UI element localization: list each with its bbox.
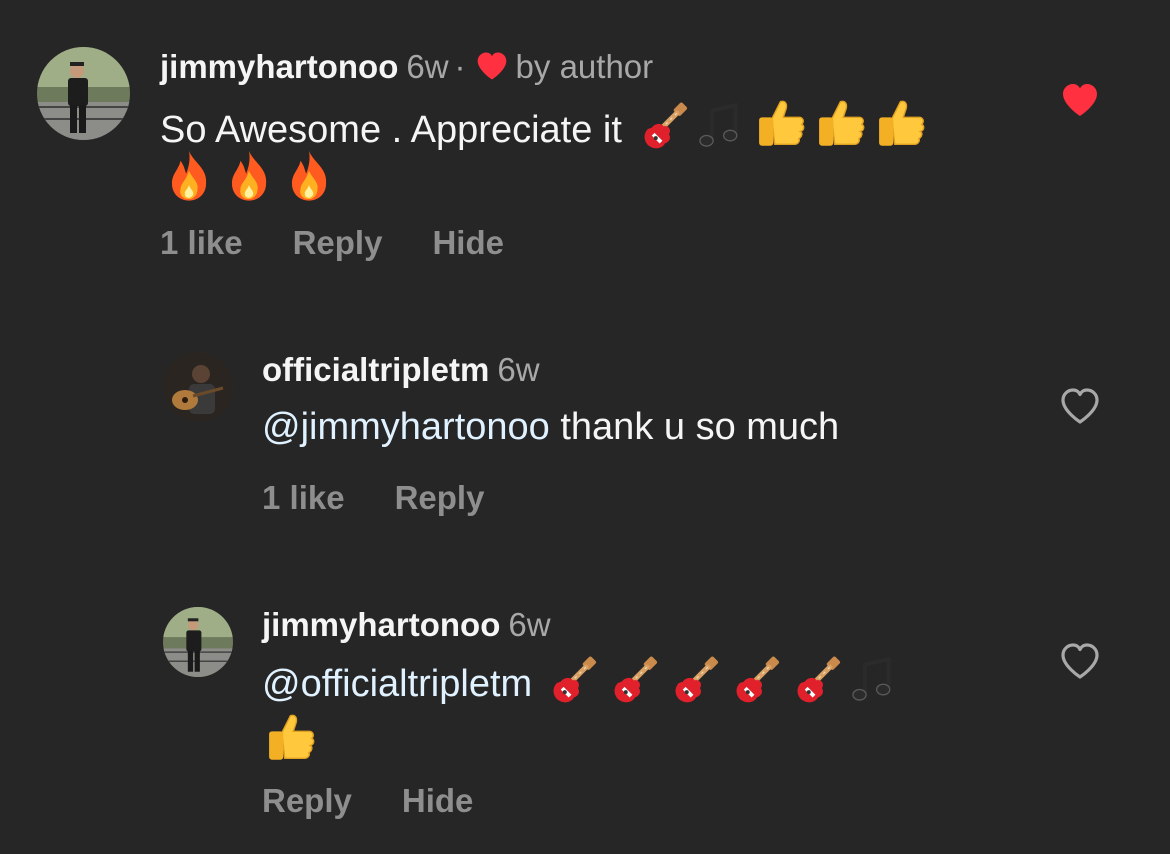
mention-link[interactable]: @jimmyhartonoo xyxy=(262,406,550,448)
guitar-icon xyxy=(549,654,599,704)
comment-text-line2 xyxy=(160,148,339,211)
guitar-icon xyxy=(671,654,721,704)
comment-body: So Awesome . Appreciate it xyxy=(160,109,622,151)
like-button[interactable] xyxy=(1058,386,1102,426)
timestamp: 6w xyxy=(406,48,449,85)
comment-text: @officialtripletm xyxy=(262,654,902,713)
likes-count[interactable]: 1 like xyxy=(262,479,345,516)
separator: · xyxy=(454,48,466,85)
guitar-icon xyxy=(640,100,690,150)
reply-button[interactable]: Reply xyxy=(395,479,485,516)
username[interactable]: jimmyhartonoo xyxy=(262,606,500,643)
thumbs-up-icon xyxy=(758,100,805,147)
username[interactable]: jimmyhartonoo xyxy=(160,48,398,85)
music-notes-icon xyxy=(850,657,892,703)
mention-link[interactable]: @officialtripletm xyxy=(262,663,532,705)
avatar[interactable] xyxy=(163,352,233,422)
thumbs-up-icon xyxy=(878,100,925,147)
comment-text-line2 xyxy=(262,710,319,773)
comment-body: thank u so much xyxy=(549,406,840,448)
guitar-icon xyxy=(732,654,782,704)
comment-header: jimmyhartonoo 6w · by author xyxy=(160,47,653,87)
hide-button[interactable]: Hide xyxy=(402,782,474,819)
thumbs-up-icon xyxy=(818,100,865,147)
thumbs-up-icon xyxy=(268,714,315,761)
guitarist-avatar-icon xyxy=(163,352,233,422)
guitar-icon xyxy=(793,654,843,704)
fire-icon xyxy=(291,150,327,201)
person-avatar-icon xyxy=(163,607,233,677)
comment-actions: Reply Hide xyxy=(262,782,523,820)
guitar-icon xyxy=(610,654,660,704)
like-button[interactable] xyxy=(1058,80,1102,120)
comment-header: officialtripletm 6w xyxy=(262,350,540,390)
fire-icon xyxy=(231,150,267,201)
person-avatar-icon xyxy=(37,47,130,140)
heart-filled-icon xyxy=(1063,84,1097,116)
reply-button[interactable]: Reply xyxy=(293,224,383,261)
fire-icon xyxy=(171,150,207,201)
like-button[interactable] xyxy=(1058,641,1102,681)
comment-actions: 1 like Reply xyxy=(262,479,534,517)
heart-outline-icon xyxy=(1061,643,1099,679)
comment-header: jimmyhartonoo 6w xyxy=(262,605,551,645)
music-notes-icon xyxy=(698,103,740,149)
username[interactable]: officialtripletm xyxy=(262,351,489,388)
hide-button[interactable]: Hide xyxy=(432,224,504,261)
by-author-label: by author xyxy=(515,48,654,85)
avatar[interactable] xyxy=(37,47,130,140)
likes-count[interactable]: 1 like xyxy=(160,224,243,261)
timestamp: 6w xyxy=(508,606,551,643)
timestamp: 6w xyxy=(497,351,540,388)
reply-button[interactable]: Reply xyxy=(262,782,352,819)
avatar[interactable] xyxy=(163,607,233,677)
comment-text: @jimmyhartonoo thank u so much xyxy=(262,398,839,456)
author-liked-heart-icon xyxy=(477,52,506,80)
comment-actions: 1 like Reply Hide xyxy=(160,224,554,262)
heart-outline-icon xyxy=(1061,388,1099,424)
